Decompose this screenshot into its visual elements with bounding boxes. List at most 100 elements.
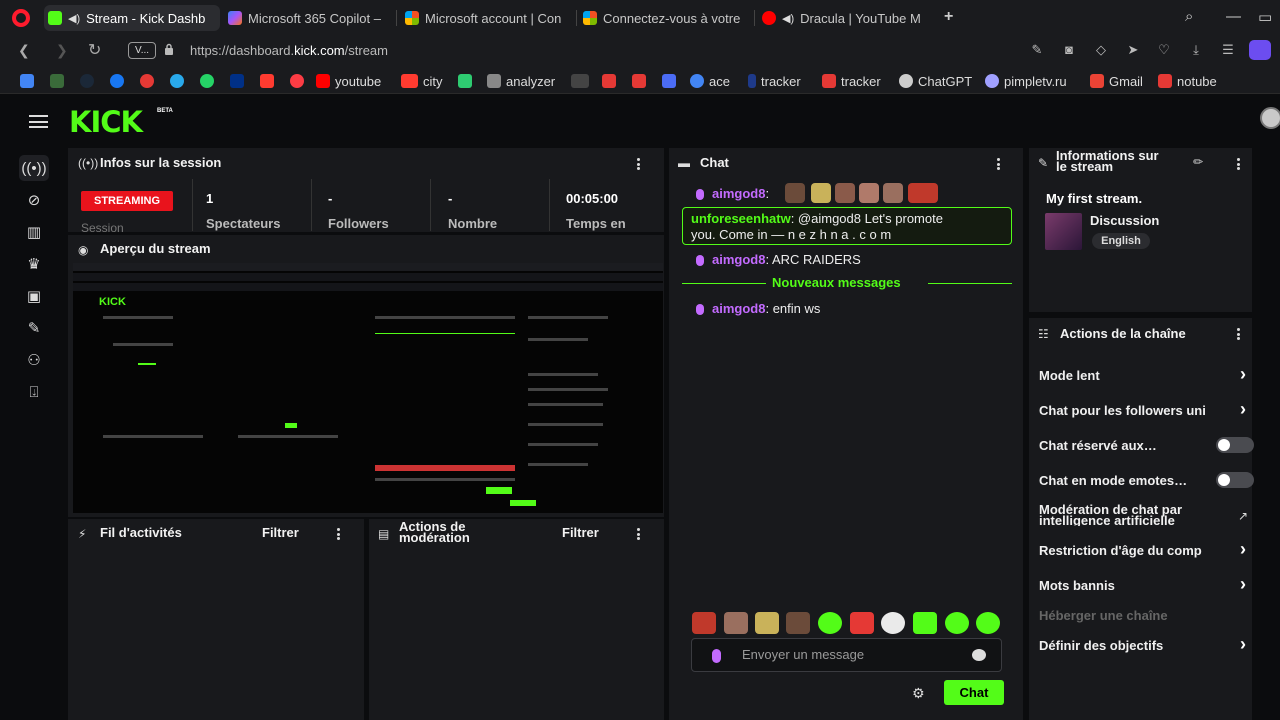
bookmark-steam[interactable] [80, 73, 99, 89]
bookmark-analyzer-label[interactable]: analyzer [487, 73, 555, 89]
search-tabs-icon[interactable]: ⌕ [1185, 8, 1193, 25]
activity-menu-icon[interactable] [337, 528, 341, 540]
forward-icon[interactable]: ❯ [56, 42, 68, 59]
wrench-icon[interactable]: ✎ [19, 315, 49, 341]
camera-icon[interactable]: ◙ [1062, 43, 1076, 57]
bookmark-tracker-1[interactable]: tracker [748, 73, 801, 89]
bookmark-ace[interactable]: ace [690, 73, 730, 89]
bookmark-youtube[interactable]: youtube [316, 73, 381, 89]
bookmark-city[interactable]: city [401, 73, 443, 89]
send-chat-button[interactable]: Chat [944, 680, 1004, 705]
chevron-right-icon[interactable]: › [1240, 364, 1246, 385]
heart-icon[interactable]: ♡ [1157, 43, 1171, 57]
chat-settings-gear-icon[interactable]: ⚙ [912, 685, 925, 702]
session-menu-icon[interactable] [637, 158, 641, 170]
ai-moderation-action[interactable]: Modération de chat par intelligence artif… [1039, 504, 1219, 526]
bookmark-tracker-2[interactable]: tracker [822, 73, 881, 89]
bookmark-w[interactable] [602, 73, 621, 89]
bookmark-fm[interactable] [50, 73, 69, 89]
emote-picker-face[interactable] [692, 612, 716, 634]
chat-message[interactable]: aimgod8: enfin ws [696, 301, 820, 316]
vpn-badge[interactable]: V... [128, 42, 156, 59]
media-icon[interactable]: ▣ [19, 283, 49, 309]
profile-icon[interactable] [1249, 40, 1271, 60]
analytics-icon[interactable]: ▥ [19, 219, 49, 245]
bookmark-bar-icon[interactable] [632, 73, 651, 89]
tab-microsoft-login[interactable]: Connectez-vous à votre [579, 5, 749, 31]
bookmark-facebook[interactable] [110, 73, 129, 89]
avatar[interactable] [1260, 107, 1280, 129]
send-icon[interactable]: ➤ [1126, 43, 1140, 57]
set-goals-action[interactable]: Définir des objectifs [1039, 638, 1231, 653]
kick-logo[interactable]: KICK [69, 105, 143, 139]
chevron-right-icon[interactable]: › [1240, 634, 1246, 655]
chevron-right-icon[interactable]: › [1240, 574, 1246, 595]
minimize-icon[interactable]: — [1226, 8, 1241, 25]
broadcast-icon[interactable]: ((•)) [19, 155, 49, 181]
moderation-menu-icon[interactable] [637, 528, 641, 540]
chevron-right-icon[interactable]: › [1240, 399, 1246, 420]
chat-message[interactable]: aimgod8: [696, 186, 769, 201]
shield-icon[interactable]: ◇ [1094, 43, 1108, 57]
external-link-icon[interactable]: ↗ [1238, 509, 1248, 523]
bookmark-music[interactable] [290, 73, 309, 89]
back-icon[interactable]: ❮ [18, 42, 30, 59]
emote-picker-green[interactable] [818, 612, 842, 634]
new-messages-label[interactable]: Nouveaux messages [772, 275, 901, 290]
age-restriction-action[interactable]: Restriction d'âge du comp [1039, 543, 1231, 558]
opera-logo-icon[interactable] [12, 9, 30, 27]
bookmark-fst[interactable] [571, 73, 594, 89]
bookmark-translate[interactable] [20, 73, 39, 89]
pencil-edit-icon[interactable]: ✏ [1193, 155, 1203, 169]
maximize-icon[interactable]: ▭ [1258, 8, 1272, 26]
bookmark-mail[interactable] [260, 73, 279, 89]
bookmark-gmail[interactable]: Gmail [1090, 73, 1143, 89]
bookmark-chatgpt[interactable]: ChatGPT [899, 73, 972, 89]
subscribers-chat-toggle[interactable] [1216, 437, 1254, 453]
bookmark-telegram[interactable] [170, 73, 189, 89]
chat-input[interactable] [742, 647, 962, 662]
emoji-icon[interactable] [972, 649, 986, 661]
chat-username[interactable]: aimgod8 [712, 186, 765, 201]
tab-copilot[interactable]: Microsoft 365 Copilot – [224, 5, 390, 31]
bookmark-app[interactable] [140, 73, 159, 89]
slow-mode-action[interactable]: Mode lent [1039, 368, 1231, 383]
tab-kick-dashboard[interactable]: ◀) Stream - Kick Dashb [44, 5, 220, 31]
bookmark-app2[interactable] [662, 73, 681, 89]
bookmark-notube[interactable]: notube [1158, 73, 1217, 89]
stream-preview[interactable]: KICK [73, 263, 663, 513]
emote-picker-face[interactable] [724, 612, 748, 634]
mic-icon[interactable] [712, 649, 721, 663]
bookmark-pimpletv[interactable]: pimpletv.ru [985, 73, 1067, 89]
upload-icon[interactable]: ⍗ [19, 379, 49, 405]
bookmark-whatsapp[interactable] [200, 73, 219, 89]
channel-actions-menu-icon[interactable] [1237, 328, 1241, 340]
emote-picker-green[interactable] [945, 612, 969, 634]
reload-icon[interactable]: ↻ [88, 40, 101, 60]
emote-picker-green[interactable] [913, 612, 937, 634]
trophy-icon[interactable]: ♛ [19, 251, 49, 277]
new-tab-button[interactable]: + [944, 8, 953, 26]
download-icon[interactable]: ⤓ [1189, 43, 1203, 57]
followers-chat-action[interactable]: Chat pour les followers uni [1039, 403, 1231, 418]
edit-icon[interactable]: ✎ [1030, 43, 1044, 57]
lock-icon[interactable] [164, 43, 174, 55]
bookmark-paypal[interactable] [230, 73, 249, 89]
banned-words-action[interactable]: Mots bannis [1039, 578, 1231, 593]
community-icon[interactable]: ⚇ [19, 347, 49, 373]
emote-picker-red[interactable] [850, 612, 874, 634]
emote-picker-face[interactable] [786, 612, 810, 634]
emote-picker-crown[interactable] [755, 612, 779, 634]
chat-message[interactable]: aimgod8: ARC RAIDERS [696, 252, 861, 267]
moderation-filter-button[interactable]: Filtrer [562, 525, 599, 540]
emote-mode-toggle[interactable] [1216, 472, 1254, 488]
settings-sliders-icon[interactable]: ☰ [1221, 43, 1235, 57]
menu-icon[interactable] [29, 115, 48, 128]
chevron-right-icon[interactable]: › [1240, 539, 1246, 560]
chat-menu-icon[interactable] [997, 158, 1001, 170]
emote-picker-green[interactable] [976, 612, 1000, 634]
emote-picker-skull[interactable] [881, 612, 905, 634]
bookmark-analyzer[interactable] [458, 73, 477, 89]
tab-youtube-music[interactable]: ◀) Dracula | YouTube M [758, 5, 930, 31]
link-icon[interactable]: ⊘ [19, 187, 49, 213]
